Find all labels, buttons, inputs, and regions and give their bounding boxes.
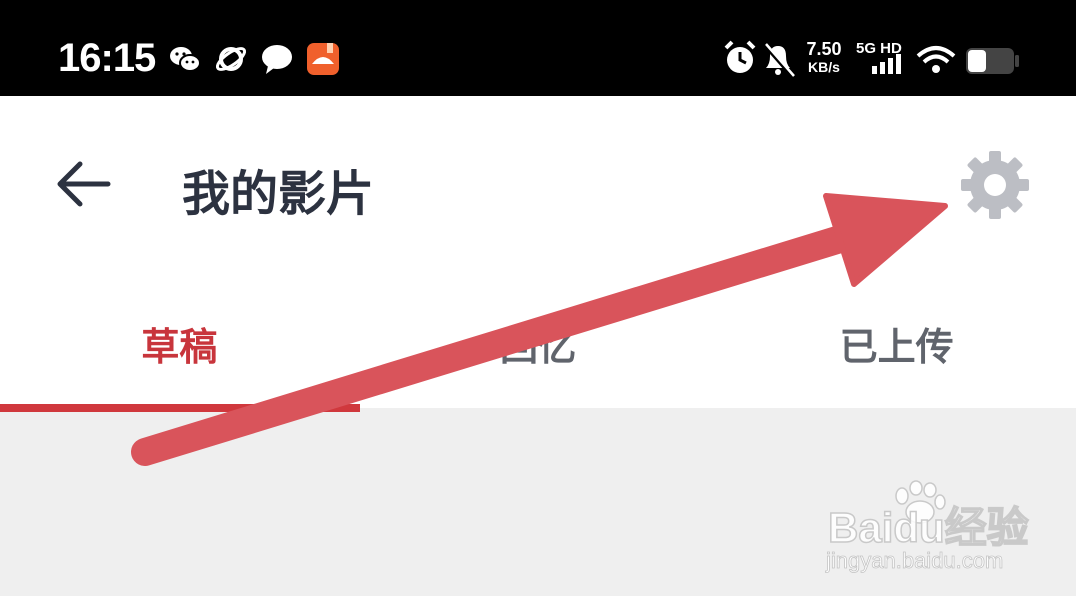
back-button[interactable] [52, 156, 116, 212]
network-speed: 7.50 KB/s [800, 40, 848, 74]
muted-bell-icon [762, 42, 795, 78]
arrow-left-icon [57, 161, 111, 207]
app-bar: 我的影片 草稿 回忆 已上传 [0, 96, 1076, 412]
status-bar: 16:15 7.50 KB/s 5G HD [0, 0, 1076, 96]
reader-app-icon [306, 42, 340, 76]
tab-uploaded-label: 已上传 [839, 325, 954, 369]
tab-memories[interactable]: 回忆 [359, 308, 718, 408]
watermark-logo-text: Baidu经验 [827, 503, 1029, 552]
wifi-icon [916, 46, 956, 73]
baidu-watermark: Baidu经验 jingyan.baidu.com [822, 480, 1032, 580]
watermark-url: jingyan.baidu.com [826, 548, 1004, 574]
alarm-icon [724, 40, 756, 73]
planet-icon [214, 42, 248, 76]
signal-icon [872, 54, 901, 74]
tab-memories-label: 回忆 [500, 325, 577, 369]
tab-uploaded[interactable]: 已上传 [717, 308, 1076, 408]
tab-bar: 草稿 回忆 已上传 [0, 308, 1076, 412]
gear-icon [961, 151, 1029, 219]
network-speed-unit: KB/s [808, 59, 840, 75]
tab-drafts-label: 草稿 [141, 325, 218, 369]
network-type: 5G HD [856, 40, 902, 57]
wechat-icon [168, 42, 202, 76]
notification-icons [168, 42, 340, 76]
battery-icon [966, 48, 1019, 74]
settings-button[interactable] [958, 148, 1032, 222]
status-time: 16:15 [58, 36, 156, 80]
tab-drafts[interactable]: 草稿 [0, 308, 360, 412]
page-title: 我的影片 [182, 166, 375, 222]
chat-bubble-icon [260, 42, 294, 76]
network-speed-value: 7.50 [806, 39, 842, 59]
